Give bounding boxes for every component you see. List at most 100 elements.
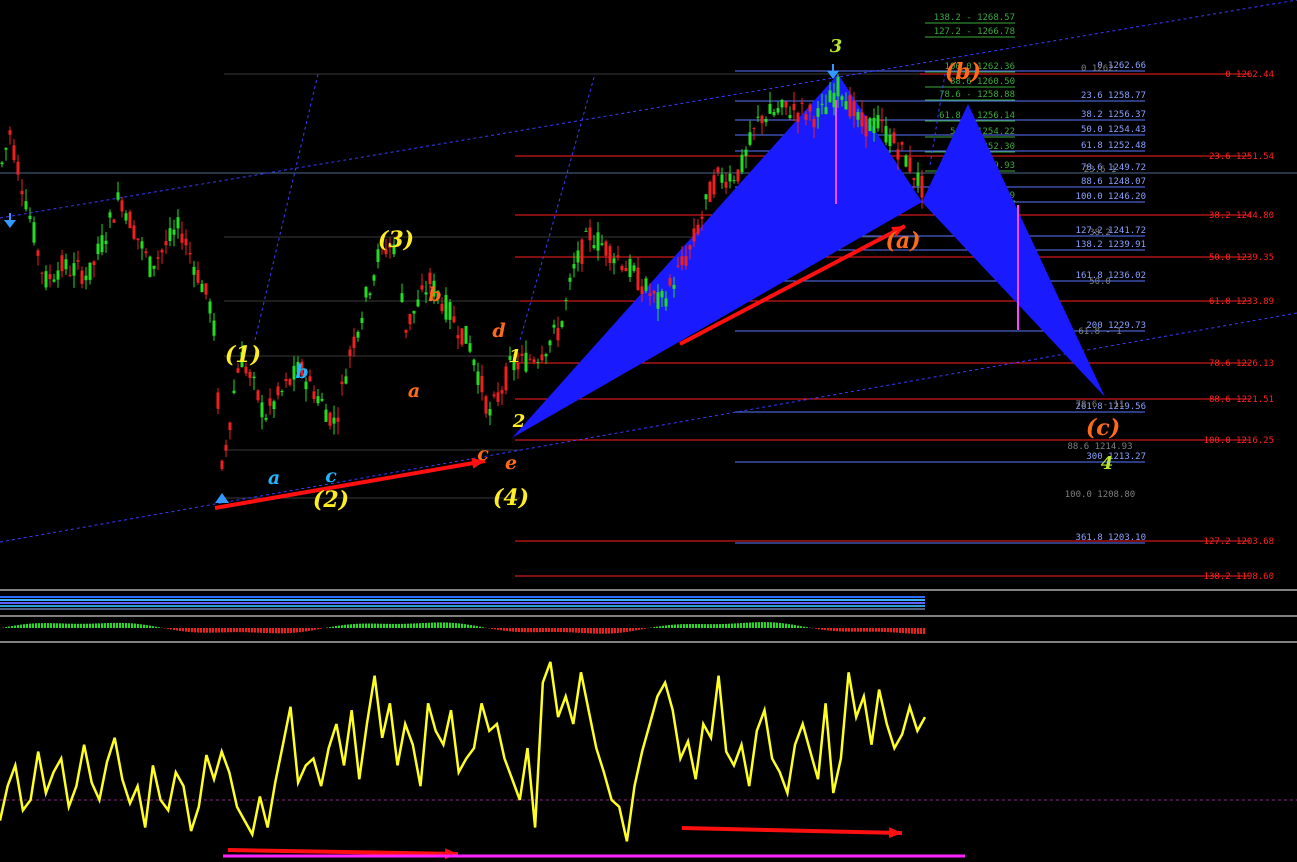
candle-body [872, 117, 876, 133]
histogram-bar [257, 628, 259, 633]
candle-body [352, 336, 356, 349]
histogram-bar [392, 623, 394, 628]
candle-body [760, 115, 764, 124]
candle-body [752, 127, 756, 129]
histogram-bar [200, 628, 202, 633]
candle-body [340, 381, 344, 385]
channel-line [519, 73, 596, 341]
histogram-bar [674, 624, 676, 628]
trend-band [0, 605, 925, 607]
candle-body [344, 376, 348, 384]
histogram-bar [881, 628, 883, 632]
histogram-bar [113, 622, 115, 628]
candle-body [156, 257, 160, 259]
histogram-bar [839, 628, 841, 632]
candle-body [912, 177, 916, 181]
candle-body [640, 286, 644, 294]
histogram-bar [221, 628, 223, 633]
channel-line [254, 73, 319, 341]
histogram-bar [731, 623, 733, 628]
candle-body [124, 213, 128, 221]
candle-body [652, 290, 656, 294]
histogram-bar [689, 624, 691, 628]
histogram-bar [38, 623, 40, 628]
candle-body [612, 258, 616, 264]
candle-body [624, 267, 628, 272]
candle-body [488, 409, 492, 416]
histogram-bar [521, 628, 523, 633]
histogram-bar [767, 622, 769, 628]
histogram-bar [611, 628, 613, 634]
candle-body [712, 175, 716, 195]
candle-body [68, 274, 72, 276]
candle-body [616, 255, 620, 257]
candle-body [76, 260, 80, 262]
candle-body [556, 328, 560, 341]
histogram-bar [530, 628, 532, 633]
histogram-bar [911, 628, 913, 634]
histogram-bar [677, 624, 679, 628]
histogram-bar [608, 628, 610, 634]
histogram-bar [332, 626, 334, 628]
histogram-bar [524, 628, 526, 633]
candle-body [232, 390, 236, 394]
histogram-bar [362, 623, 364, 628]
candle-body [620, 265, 624, 271]
histogram-bar [626, 628, 628, 632]
candle-body [120, 200, 124, 212]
histogram-bar [41, 623, 43, 628]
candle-body [720, 174, 724, 183]
fib-red-label: 100.0 1216.25 [1204, 436, 1274, 446]
histogram-bar [827, 628, 829, 631]
histogram-bar [641, 628, 643, 630]
chart-stage: 0 1262.4423.6 1251.5438.2 1244.8050.0 12… [0, 0, 1297, 860]
histogram-bar [461, 623, 463, 628]
histogram-bar [914, 628, 916, 634]
candle-body [608, 246, 612, 263]
histogram-bar [356, 623, 358, 628]
histogram-bar [800, 626, 802, 628]
histogram-bar [359, 623, 361, 628]
histogram-bar [83, 623, 85, 628]
candle-body [472, 359, 476, 366]
candle-body [588, 227, 592, 241]
candle-body [832, 92, 836, 108]
histogram-bar [119, 622, 121, 628]
histogram-bar [542, 628, 544, 633]
histogram-bar [890, 628, 892, 633]
candle-body [860, 112, 864, 127]
histogram-bar [452, 622, 454, 628]
histogram-bar [317, 628, 319, 630]
histogram-bar [302, 628, 304, 632]
histogram-bar [707, 624, 709, 628]
histogram-bar [380, 623, 382, 628]
histogram-bar [101, 623, 103, 628]
osc-divergence-arrow-head [445, 848, 458, 860]
histogram-bar [440, 622, 442, 628]
histogram-bar [47, 623, 49, 628]
candle-body [172, 229, 176, 235]
histogram-bar [776, 622, 778, 628]
fib-red-label: 138.2 1198.60 [1204, 572, 1274, 582]
candle-body [200, 283, 204, 293]
candle-body [600, 243, 604, 245]
histogram-bar [299, 628, 301, 633]
histogram-bar [248, 628, 250, 633]
histogram-bar [818, 628, 820, 630]
wave-label: (1) [225, 342, 261, 368]
histogram-bar [32, 623, 34, 628]
fib-blue-label: 100.0 1246.20 [1076, 192, 1146, 202]
candle-body [776, 108, 780, 113]
histogram-bar [599, 628, 601, 634]
candle-body [444, 295, 448, 320]
trend-band [0, 602, 925, 604]
candle-body [656, 292, 660, 309]
candle-body [316, 396, 320, 404]
candle-body [876, 115, 880, 129]
histogram-bar [887, 628, 889, 633]
histogram-bar [290, 628, 292, 634]
candle-body [544, 354, 548, 357]
candle-body [336, 417, 340, 422]
histogram-bar [548, 628, 550, 633]
candle-body [152, 265, 156, 269]
